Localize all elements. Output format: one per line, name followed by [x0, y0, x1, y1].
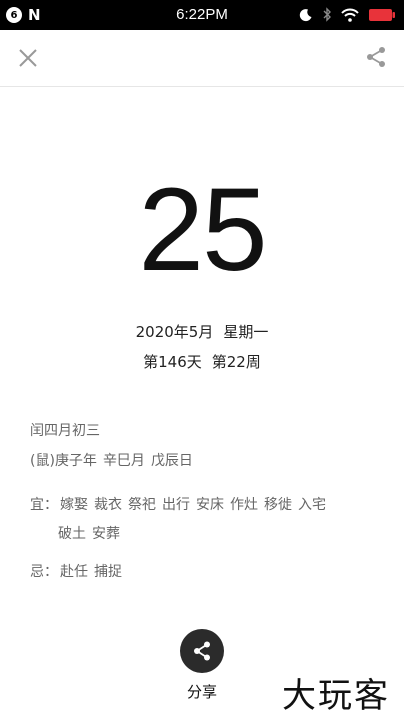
status-right	[299, 7, 396, 22]
ji-item: 赴任	[60, 564, 88, 580]
lunar-date: 闰四月初三	[30, 423, 100, 439]
yi-section: 宜： 嫁娶 裁衣 祭祀 出行 安床 作灶 移徙 入宅	[30, 495, 380, 515]
watermark: 大玩客	[282, 676, 390, 716]
yi-item: 安葬	[92, 526, 120, 542]
share-top-button[interactable]	[364, 45, 388, 69]
close-button[interactable]	[16, 46, 40, 70]
yi-item: 移徙	[264, 497, 292, 513]
share-button[interactable]	[180, 629, 224, 673]
day-of-year: 第146天	[143, 353, 202, 371]
zodiac: (鼠)	[30, 453, 55, 469]
month-ganzhi: 辛巳月	[102, 453, 145, 469]
bluetooth-icon	[323, 7, 331, 22]
battery-icon	[369, 8, 395, 21]
year-ganzhi: 庚子年	[54, 453, 97, 469]
header-divider	[0, 86, 404, 87]
moon-icon	[299, 8, 312, 21]
yi-item: 安床	[196, 497, 224, 513]
header-bar	[0, 30, 404, 86]
date-line-1: 2020年5月 星期一	[0, 321, 404, 342]
ji-item: 捕捉	[94, 564, 122, 580]
yi-item: 出行	[162, 497, 190, 513]
yi-label: 宜：	[30, 497, 58, 513]
yi-item: 破土	[58, 526, 86, 542]
ganzhi-line: (鼠)庚子年 辛巳月 戊辰日	[30, 451, 193, 471]
year-month: 2020年5月	[135, 323, 214, 341]
share-icon	[367, 47, 385, 67]
share-icon	[194, 641, 210, 661]
week-of-year: 第22周	[211, 353, 261, 371]
yi-item: 作灶	[230, 497, 258, 513]
wifi-icon	[341, 8, 359, 22]
yi-item: 入宅	[298, 497, 326, 513]
date-line-2: 第146天 第22周	[0, 351, 404, 372]
day-ganzhi: 戊辰日	[150, 453, 193, 469]
status-bar: 6 N 6:22PM	[0, 0, 404, 30]
yi-item: 嫁娶	[60, 497, 88, 513]
ji-label: 忌：	[30, 564, 58, 580]
day-number: 25	[138, 164, 267, 296]
yi-section-cont: 破土 安葬	[58, 524, 126, 544]
weekday: 星期一	[223, 323, 269, 341]
ji-section: 忌： 赴任 捕捉	[30, 562, 128, 582]
close-icon	[19, 49, 37, 67]
yi-item: 祭祀	[128, 497, 156, 513]
yi-item: 裁衣	[94, 497, 122, 513]
